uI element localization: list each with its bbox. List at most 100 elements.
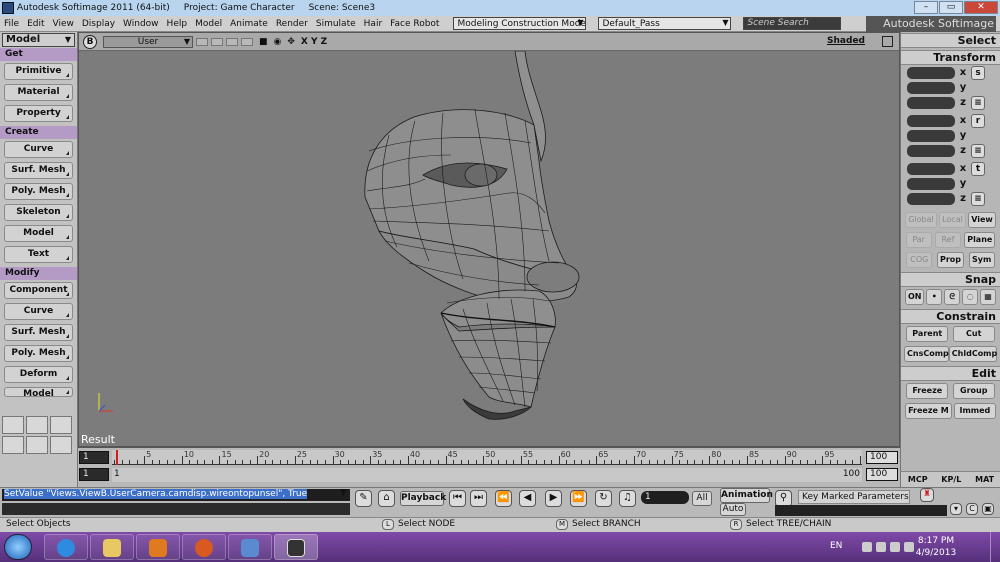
- tab-kpl[interactable]: KP/L: [941, 475, 961, 484]
- shading-mode-menu[interactable]: Shaded: [827, 36, 865, 46]
- create-skeleton-button[interactable]: Skeleton: [4, 204, 73, 221]
- menu-window[interactable]: Window: [119, 19, 163, 29]
- menu-face-robot[interactable]: Face Robot: [386, 19, 443, 29]
- viewport-letter[interactable]: B: [83, 34, 97, 49]
- scale-button[interactable]: s: [971, 65, 985, 80]
- layout-split-icon[interactable]: [26, 416, 48, 434]
- playback-menu-button[interactable]: Playback: [400, 491, 446, 506]
- chldcomp-button[interactable]: ChldComp: [948, 346, 997, 362]
- modify-model-button[interactable]: Model: [4, 387, 73, 397]
- render-pass-select[interactable]: Default_Pass ▼: [598, 17, 732, 30]
- create-model-button[interactable]: Model: [4, 225, 73, 242]
- scale-x-field[interactable]: [907, 66, 955, 79]
- taskbar-softimage[interactable]: [274, 534, 318, 560]
- lock-icon[interactable]: ⌂: [378, 490, 395, 507]
- timeline-start-field[interactable]: 1: [79, 451, 109, 464]
- taskbar-explorer[interactable]: [90, 534, 134, 560]
- create-curve-button[interactable]: Curve: [4, 141, 73, 158]
- viewport-memo-slot[interactable]: [241, 37, 253, 46]
- windows-start-icon[interactable]: [4, 534, 32, 560]
- menu-hair[interactable]: Hair: [360, 19, 386, 29]
- modify-poly-mesh-button[interactable]: Poly. Mesh: [4, 345, 73, 362]
- timeline-start-field-2[interactable]: 1: [79, 468, 109, 481]
- animation-menu-button[interactable]: Animation: [720, 488, 773, 503]
- axis-buttons[interactable]: X Y Z: [301, 37, 327, 47]
- clock[interactable]: 8:17 PM 4/9/2013: [906, 535, 966, 559]
- scale-z-field[interactable]: [907, 96, 955, 109]
- menu-render[interactable]: Render: [272, 19, 312, 29]
- keyframe-icon[interactable]: ♜: [920, 488, 934, 502]
- get-material-button[interactable]: Material: [4, 84, 73, 101]
- key-marked-parameters-button[interactable]: Key Marked Parameters: [798, 490, 910, 504]
- timeline-range-bar[interactable]: 1 100: [112, 468, 862, 482]
- audio-icon[interactable]: ♫: [619, 490, 636, 507]
- snap-surface-icon[interactable]: ◌: [962, 289, 979, 305]
- modify-surf-mesh-button[interactable]: Surf. Mesh: [4, 324, 73, 341]
- layout-graph-icon[interactable]: [2, 416, 24, 434]
- menu-simulate[interactable]: Simulate: [312, 19, 360, 29]
- play-icon[interactable]: ▶: [545, 490, 562, 507]
- taskbar-media-player[interactable]: [136, 534, 180, 560]
- parent-button[interactable]: Parent: [906, 326, 949, 342]
- tab-mat[interactable]: MAT: [975, 475, 994, 484]
- layout-single-icon[interactable]: [50, 436, 72, 454]
- local-mode-button[interactable]: Local: [939, 212, 966, 228]
- cnscomp-button[interactable]: CnsComp: [904, 346, 949, 362]
- modify-component-button[interactable]: Component: [4, 282, 73, 299]
- camera-select[interactable]: User ▼: [103, 35, 193, 48]
- menu-file[interactable]: File: [0, 19, 23, 29]
- last-frame-icon[interactable]: ⏩: [570, 490, 587, 507]
- current-frame-field[interactable]: 1: [641, 491, 689, 504]
- modify-deform-button[interactable]: Deform: [4, 366, 73, 383]
- create-text-button[interactable]: Text: [4, 246, 73, 263]
- tray-arrow-icon[interactable]: [862, 542, 872, 552]
- prev-frame-icon[interactable]: ◀: [519, 490, 536, 507]
- get-primitive-button[interactable]: Primitive: [4, 63, 73, 80]
- sym-button[interactable]: Sym: [968, 252, 995, 268]
- snap-point-icon[interactable]: •: [926, 289, 943, 305]
- viewport-memo-slot[interactable]: [196, 37, 208, 46]
- playhead-marker[interactable]: [116, 450, 118, 465]
- rotate-z-field[interactable]: [907, 144, 955, 157]
- minimize-icon[interactable]: –: [914, 1, 938, 14]
- viewport-memo-slot[interactable]: [211, 37, 223, 46]
- select-header[interactable]: Select: [901, 33, 1000, 48]
- snap-grid-icon[interactable]: ▦: [980, 289, 996, 305]
- menu-edit[interactable]: Edit: [23, 19, 48, 29]
- maximize-viewport-icon[interactable]: [882, 36, 893, 47]
- scale-options-icon[interactable]: ≡: [971, 95, 985, 110]
- viewport-b[interactable]: B User ▼ ■ ◉ ✥ X Y Z Shaded Result: [78, 32, 900, 447]
- freeze-button[interactable]: Freeze: [906, 383, 949, 399]
- menu-help[interactable]: Help: [163, 19, 192, 29]
- go-to-end-icon[interactable]: ⏭: [470, 490, 487, 507]
- maximize-icon[interactable]: ▭: [939, 1, 963, 14]
- keyframe-track[interactable]: [775, 505, 947, 516]
- rotate-options-icon[interactable]: ≡: [971, 143, 985, 158]
- all-frames-button[interactable]: All: [692, 491, 712, 506]
- timeline-end-field[interactable]: 100: [866, 451, 898, 464]
- scene-search-input[interactable]: Scene Search: [743, 17, 842, 30]
- rotate-button[interactable]: r: [971, 113, 985, 128]
- cut-button[interactable]: Cut: [952, 326, 995, 342]
- script-command-line[interactable]: SetValue "Views.ViewB.UserCamera.camdisp…: [2, 489, 350, 501]
- eye-icon[interactable]: ◉: [274, 37, 282, 47]
- translate-z-field[interactable]: [907, 192, 955, 205]
- layout-columns-icon[interactable]: [26, 436, 48, 454]
- timeline-end-field-2[interactable]: 100: [866, 468, 898, 481]
- camera-icon[interactable]: ■: [259, 37, 268, 47]
- auto-key-button[interactable]: Auto: [720, 503, 746, 516]
- menu-animate[interactable]: Animate: [226, 19, 272, 29]
- go-to-start-icon[interactable]: ⏮: [449, 490, 466, 507]
- taskbar-firefox[interactable]: [182, 534, 226, 560]
- construction-mode-select[interactable]: Modeling Construction Mode ▼: [453, 17, 587, 30]
- chevron-down-icon[interactable]: ▼: [340, 488, 347, 498]
- snap-on-toggle[interactable]: ON: [904, 289, 925, 305]
- group-button[interactable]: Group: [952, 383, 995, 399]
- network-icon[interactable]: [890, 542, 900, 552]
- close-icon[interactable]: ✕: [964, 1, 998, 14]
- view-mode-button[interactable]: View: [968, 212, 996, 228]
- save-key-icon[interactable]: ▣: [982, 503, 994, 515]
- transform-header[interactable]: Transform: [901, 50, 1000, 65]
- immed-button[interactable]: Immed: [953, 403, 996, 419]
- show-desktop-button[interactable]: [990, 532, 1000, 562]
